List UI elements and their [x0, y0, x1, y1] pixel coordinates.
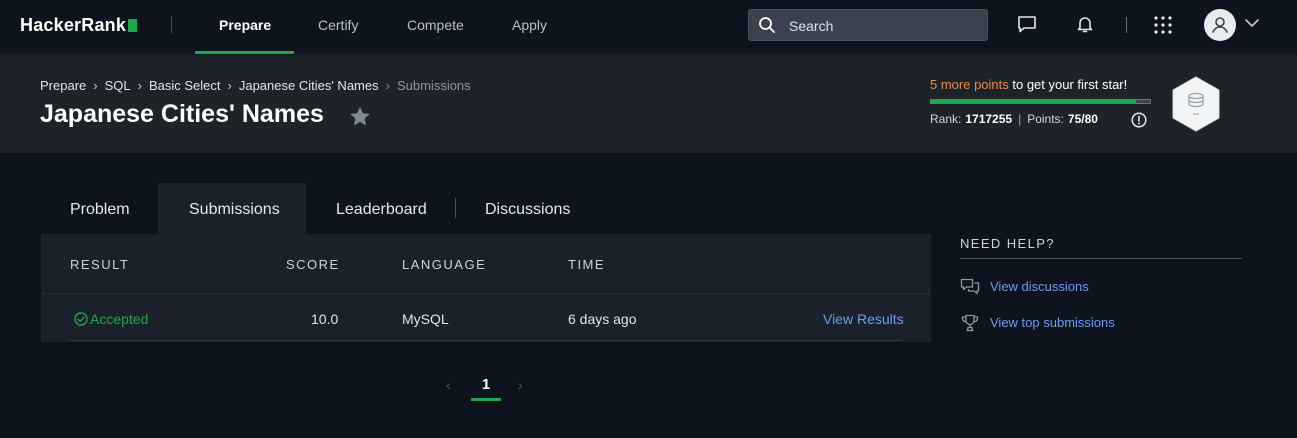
result-status: Accepted	[74, 311, 148, 327]
language-cell: MySQL	[402, 311, 449, 327]
nav-prepare[interactable]: Prepare	[219, 17, 271, 33]
breadcrumb-basic-select[interactable]: Basic Select	[149, 78, 221, 93]
user-icon	[1212, 17, 1228, 33]
view-discussions-link[interactable]: View discussions	[990, 279, 1089, 294]
breadcrumb-sql[interactable]: SQL	[105, 78, 131, 93]
need-help-heading: NEED HELP?	[960, 236, 1055, 251]
page-title: Japanese Cities' Names	[40, 100, 324, 128]
toolbar-divider	[1126, 17, 1127, 33]
nav-divider	[171, 16, 172, 34]
active-nav-indicator	[195, 51, 294, 54]
search-input[interactable]: Search	[748, 9, 988, 41]
tab-problem[interactable]: Problem	[40, 183, 158, 234]
points-value: 75/80	[1067, 112, 1098, 126]
view-results-link[interactable]: View Results	[823, 311, 904, 327]
logo-square	[128, 19, 138, 32]
sql-badge-icon[interactable]	[1170, 75, 1222, 133]
column-header-score: SCORE	[286, 257, 340, 272]
points-message: 5 more points to get your first star!	[930, 77, 1127, 92]
rank-value: 1717255	[965, 112, 1013, 126]
points-label: Points:	[1027, 112, 1064, 126]
view-top-submissions-link[interactable]: View top submissions	[990, 315, 1115, 330]
rank-divider: |	[1018, 112, 1022, 126]
score-cell: 10.0	[311, 311, 339, 327]
star-progress-fill	[931, 100, 1137, 103]
info-icon[interactable]	[1131, 112, 1147, 128]
submissions-table: RESULT SCORE LANGUAGE TIME Accepted 10.0…	[41, 234, 931, 342]
avatar[interactable]	[1204, 9, 1236, 41]
chat-icon[interactable]	[1017, 14, 1037, 34]
hackerrank-logo[interactable]: HackerRank	[20, 15, 138, 36]
pagination-prev-button[interactable]: ‹	[446, 377, 451, 393]
star-progress-bar	[930, 99, 1151, 104]
chevron-right-icon: ›	[227, 78, 232, 93]
bell-icon[interactable]	[1075, 14, 1095, 34]
breadcrumb: Prepare › SQL › Basic Select › Japanese Cities…	[40, 78, 471, 93]
header-divider	[41, 293, 931, 294]
pagination-page-1[interactable]: 1	[471, 376, 501, 393]
tab-leaderboard[interactable]: Leaderboard	[306, 183, 454, 234]
points-needed: 5 more points	[930, 77, 1009, 92]
logo-text: HackerRank	[20, 15, 127, 35]
chevron-down-icon[interactable]	[1245, 18, 1259, 28]
chevron-right-icon: ›	[385, 78, 390, 93]
points-goal-text: to get your first star!	[1008, 77, 1128, 92]
discussions-icon	[960, 278, 980, 295]
chevron-right-icon: ›	[137, 78, 142, 93]
column-header-language: LANGUAGE	[402, 257, 487, 272]
column-header-time: TIME	[568, 257, 606, 272]
pagination-active-indicator	[471, 398, 501, 401]
nav-compete[interactable]: Compete	[407, 17, 464, 33]
search-icon	[759, 17, 775, 33]
top-navbar: HackerRank Prepare Certify Compete Apply…	[0, 0, 1297, 54]
tab-discussions[interactable]: Discussions	[456, 183, 596, 234]
time-cell: 6 days ago	[568, 311, 637, 327]
chevron-right-icon: ›	[93, 78, 98, 93]
column-header-result: RESULT	[70, 257, 130, 272]
result-label: Accepted	[90, 311, 149, 327]
apps-grid-icon[interactable]	[1154, 16, 1172, 34]
breadcrumb-challenge[interactable]: Japanese Cities' Names	[239, 78, 379, 93]
help-divider	[960, 258, 1242, 259]
row-divider	[70, 340, 902, 341]
tab-submissions[interactable]: Submissions	[158, 183, 306, 234]
check-circle-icon	[74, 312, 88, 326]
pagination-next-button[interactable]: ›	[518, 377, 523, 393]
nav-apply[interactable]: Apply	[512, 17, 547, 33]
rank-points-line: Rank: 1717255 | Points: 75/80	[930, 112, 1098, 126]
breadcrumb-prepare[interactable]: Prepare	[40, 78, 86, 93]
search-placeholder: Search	[789, 18, 834, 34]
challenge-header: Prepare › SQL › Basic Select › Japanese Cities…	[0, 55, 1297, 153]
trophy-icon	[961, 314, 979, 332]
nav-certify[interactable]: Certify	[318, 17, 358, 33]
rank-label: Rank:	[930, 112, 962, 126]
bookmark-star-icon[interactable]	[349, 106, 371, 127]
breadcrumb-current: Submissions	[396, 78, 471, 93]
